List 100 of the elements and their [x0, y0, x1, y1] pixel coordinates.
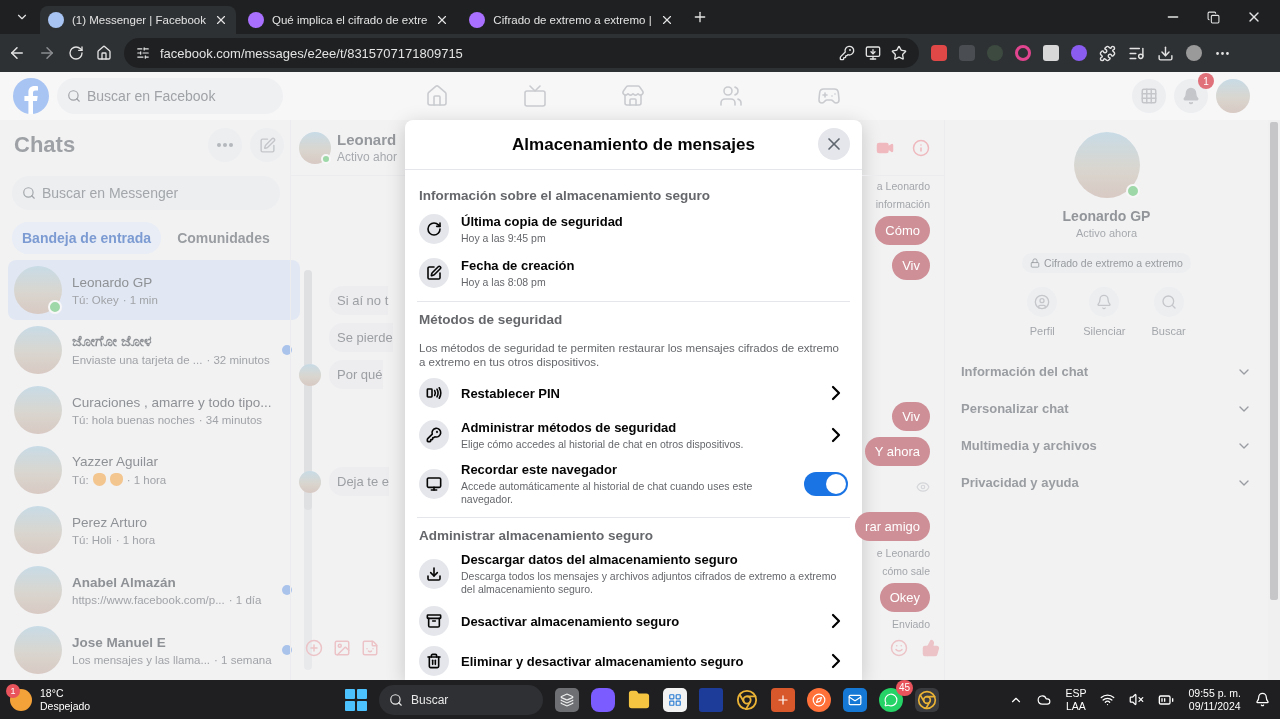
install-icon[interactable]: [865, 45, 881, 61]
key-icon[interactable]: [839, 45, 855, 61]
notifications-icon[interactable]: [1255, 692, 1270, 707]
bell-icon: [1182, 87, 1200, 105]
clock-time[interactable]: 09:55 p. m.: [1188, 686, 1241, 700]
restore-icon[interactable]: [1207, 10, 1220, 24]
browser-tab[interactable]: (1) Messenger | Facebook: [40, 6, 237, 34]
action-label: Buscar: [1151, 325, 1186, 337]
extension-icon[interactable]: [1071, 45, 1087, 61]
message-bubble: Cómo: [875, 216, 930, 245]
mute-icon[interactable]: [1129, 692, 1145, 707]
message-bubble: Por qué: [329, 360, 383, 389]
message-bubble: Y ahora: [864, 437, 930, 466]
bell-icon: [1096, 294, 1113, 310]
extension-icon[interactable]: [1015, 45, 1031, 61]
message-meta: e Leonardo: [876, 547, 930, 559]
profile-icon: [1034, 294, 1051, 310]
chat-time: · 32 minutos: [206, 354, 270, 366]
section-heading: Información sobre el almacenamiento seguro: [418, 188, 712, 205]
download-icon[interactable]: [1157, 44, 1174, 62]
home-icon[interactable]: [96, 45, 112, 61]
hands-emoji-icon: [109, 473, 123, 486]
clock-date[interactable]: 09/11/2024: [1188, 699, 1241, 713]
close-button[interactable]: [818, 128, 850, 160]
storage-option[interactable]: Última copia de seguridad Hoy a las 9:45 pm: [417, 209, 850, 249]
section-heading: Administrar almacenamiento seguro: [418, 528, 655, 545]
chat-time: · 1 semana: [214, 653, 272, 666]
storage-option[interactable]: Restablecer PIN: [417, 375, 850, 411]
key-icon: [426, 427, 442, 443]
storage-option[interactable]: Fecha de creación Hoy a las 8:08 pm: [417, 253, 850, 293]
profile-name: Leonardo GP: [1062, 208, 1151, 224]
start-icon[interactable]: [345, 688, 367, 711]
option-title: Administrar métodos de seguridad: [461, 419, 678, 435]
option-title: Descargar datos del almacenamiento seguro: [461, 552, 739, 567]
browser-tab[interactable]: Cifrado de extremo a extremo |: [461, 6, 682, 34]
storage-option[interactable]: Descargar datos del almacenamiento seguro Descarga todos los mensajes y archivos adjuntos cifrados de extremo a extremo del almacenamiento seguro.: [417, 549, 850, 599]
store-icon[interactable]: [663, 687, 687, 712]
option-title: Restablecer PIN: [461, 385, 561, 401]
bookmark-star-icon[interactable]: [891, 45, 907, 61]
avatar: [14, 386, 62, 434]
site-info-icon[interactable]: [136, 46, 150, 60]
option-description: Descarga todos los mensajes y archivos adjuntos cifrados de extremo a extremo del almacenamiento seguro.: [461, 570, 838, 596]
section-description: Los métodos de seguridad te permiten restaurar los mensajes cifrados de extremo a extremo en tus otros dispositivos.: [418, 341, 840, 370]
contact-status: Activo ahor: [337, 150, 398, 164]
message-bubble: Okey: [879, 583, 930, 612]
forward-icon[interactable]: [38, 44, 56, 62]
avatar: [14, 326, 62, 374]
browser-tab[interactable]: Qué implica el cifrado de extre: [240, 6, 458, 34]
back-icon[interactable]: [8, 44, 26, 62]
message-bubble: Se pierde: [329, 323, 393, 352]
storage-option[interactable]: Desactivar almacenamiento seguro: [417, 603, 850, 639]
notification-badge: 1: [1198, 73, 1214, 89]
chat-time: · 1 hora: [126, 473, 167, 486]
seen-icon: [916, 480, 930, 494]
toggle-switch[interactable]: [804, 472, 848, 496]
profile-avatar[interactable]: [1186, 45, 1202, 61]
option-description: Hoy a las 9:45 pm: [461, 231, 547, 245]
chat-preview: Tú: hola buenas noches: [72, 413, 195, 426]
chat-preview: Tú: Holi: [72, 533, 112, 546]
avatar: [14, 566, 62, 614]
chat-preview: Tú:: [72, 473, 89, 486]
avatar: [14, 446, 62, 494]
chat-time: · 1 hora: [115, 533, 156, 546]
contact-name: Leonard: [337, 131, 398, 148]
reload-icon[interactable]: [68, 45, 84, 61]
storage-option[interactable]: Administrar métodos de seguridad Elige cómo accedes al historial de chat en otros dispositivos.: [417, 415, 850, 455]
storage-option[interactable]: Recordar este navegador Accede automáticamente al historial de chat cuando uses este navegador.: [417, 459, 850, 509]
input-language[interactable]: ESP: [1065, 686, 1087, 700]
message-bubble: Viv: [892, 402, 930, 431]
compose-icon: [258, 136, 276, 154]
refresh-icon: [426, 221, 442, 237]
keyboard-layout[interactable]: LAA: [1066, 699, 1086, 713]
app-icon[interactable]: [771, 687, 795, 712]
message-bubble: Si aí no t: [329, 286, 389, 315]
facebook-icon: [48, 12, 64, 28]
option-description: Hoy a las 8:08 pm: [461, 275, 547, 289]
option-title: Última copia de seguridad: [461, 213, 624, 229]
chat-preview: Enviaste una tarjeta de ...: [72, 354, 203, 366]
option-description: Accede automáticamente al historial de chat cuando uses este navegador.: [461, 480, 754, 506]
weather-condition: Despejado: [40, 699, 91, 713]
profile-status: Activo ahora: [1075, 227, 1138, 239]
more-icon: [217, 143, 233, 147]
notifications-button[interactable]: [1174, 79, 1208, 113]
hands-emoji-icon: [92, 473, 106, 486]
extensions-icon[interactable]: [1099, 44, 1116, 62]
cloud-icon[interactable]: [1037, 692, 1052, 707]
taskbar-search[interactable]: Buscar: [379, 684, 543, 715]
chat-time: · 34 minutos: [198, 413, 263, 426]
message-meta: información: [875, 198, 930, 210]
task-view-icon[interactable]: [555, 687, 579, 712]
action-label: Silenciar: [1083, 325, 1126, 337]
archive-icon: [426, 613, 442, 629]
messenger-icon: [248, 12, 265, 28]
temperature: 18°C: [40, 686, 64, 700]
chat-name: Anabel Almazán: [72, 574, 177, 590]
scrollbar[interactable]: [303, 270, 312, 670]
address-bar[interactable]: facebook.com/messages/e2ee/t/8315707171809715: [124, 38, 919, 68]
download-icon: [426, 566, 442, 582]
wifi-icon[interactable]: [1100, 692, 1116, 707]
storage-option[interactable]: Eliminar y desactivar almacenamiento seguro: [417, 643, 850, 679]
